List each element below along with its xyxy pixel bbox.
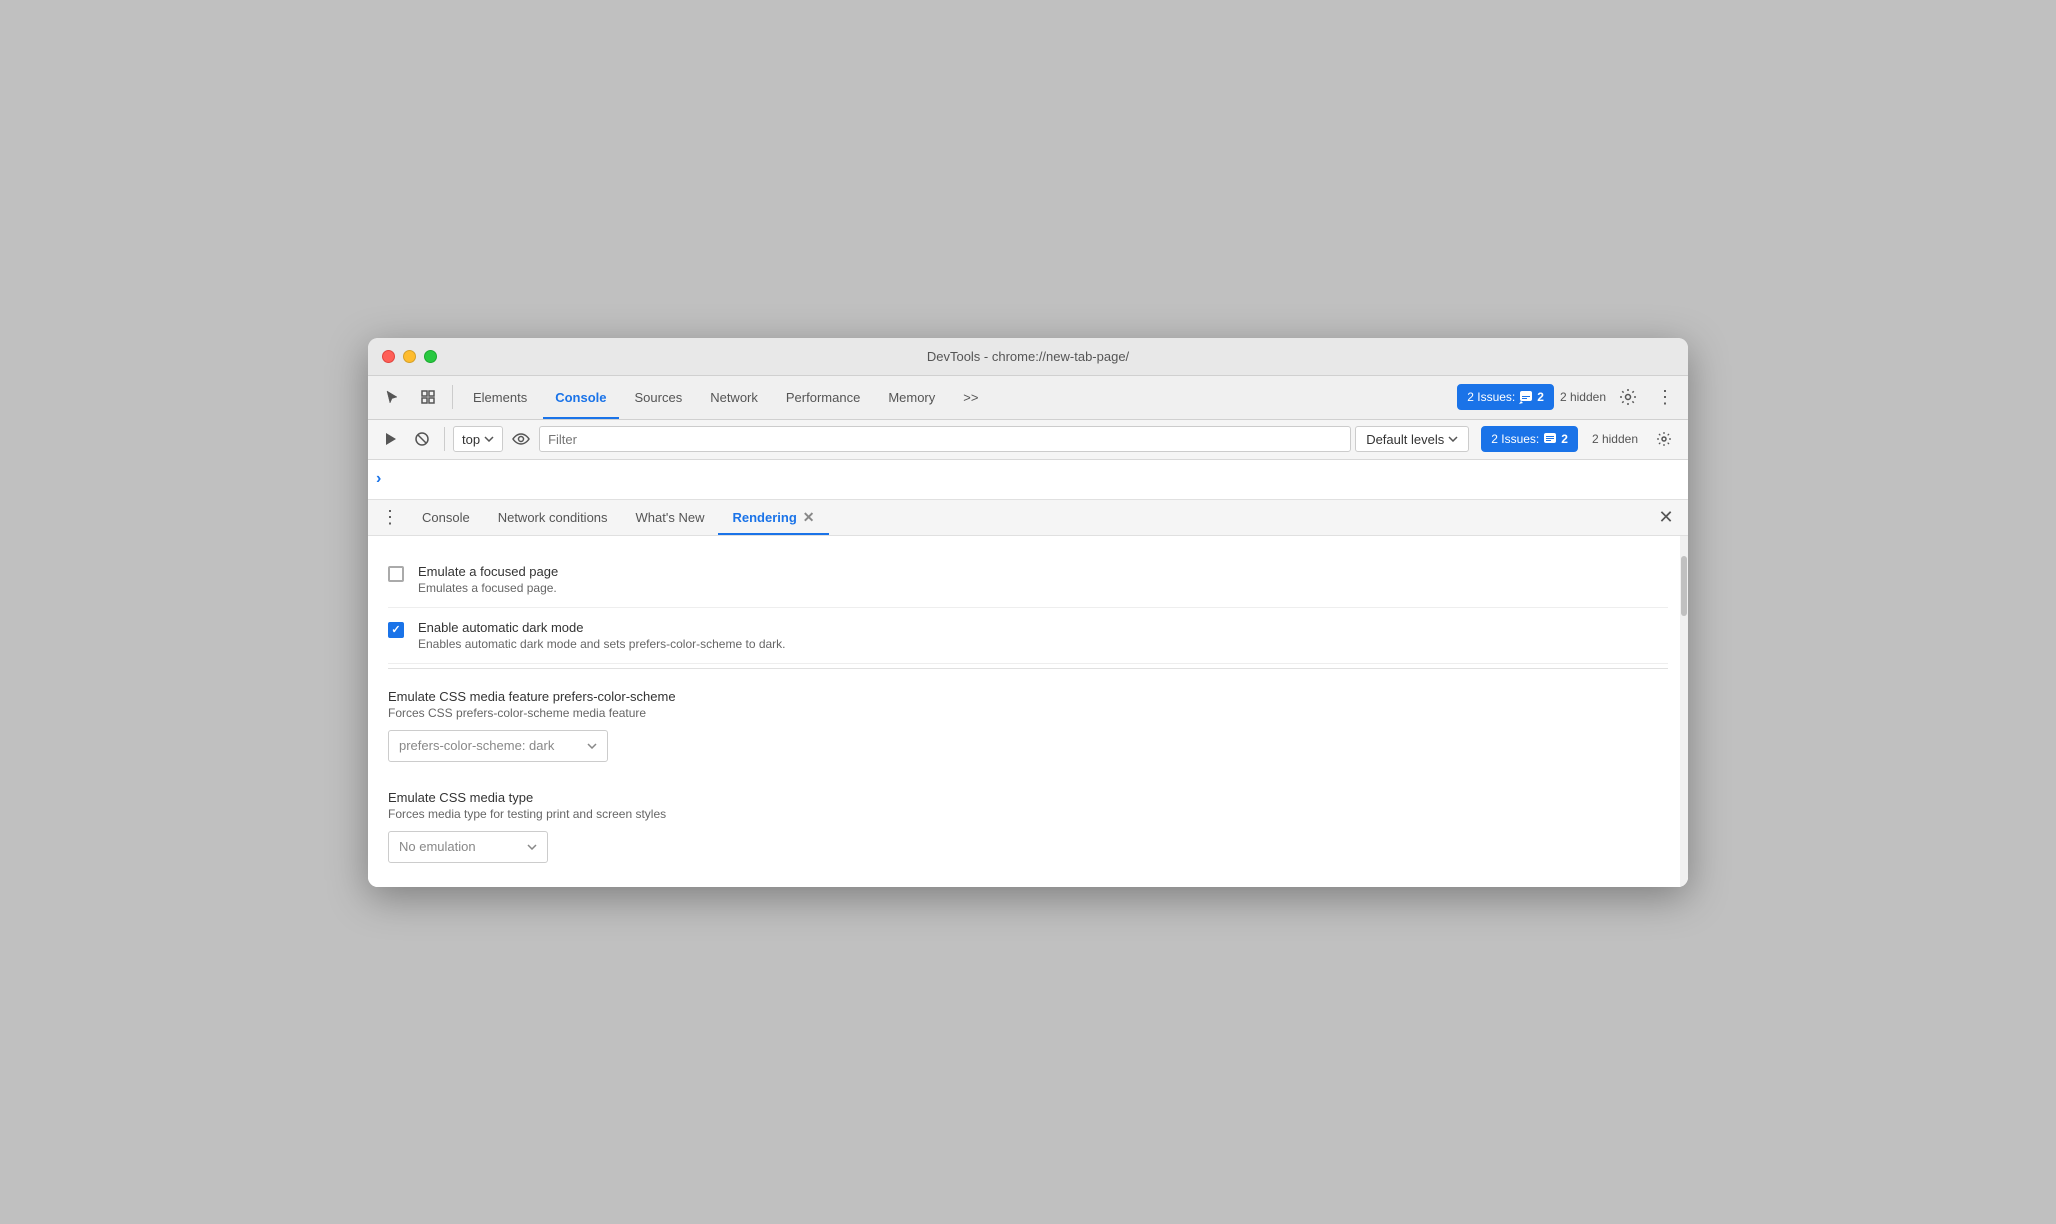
prefers-color-scheme-section: Emulate CSS media feature prefers-color-… bbox=[388, 673, 1668, 770]
section-divider bbox=[388, 668, 1668, 669]
window-title: DevTools - chrome://new-tab-page/ bbox=[927, 349, 1129, 364]
tab-more[interactable]: >> bbox=[951, 375, 990, 419]
secondary-settings-icon[interactable] bbox=[1648, 423, 1680, 455]
tab-network[interactable]: Network bbox=[698, 375, 770, 419]
issues-label: 2 Issues: bbox=[1467, 390, 1515, 404]
panel-close-button[interactable]: ✕ bbox=[1652, 503, 1680, 531]
hidden-count: 2 hidden bbox=[1560, 390, 1606, 404]
sec-separator bbox=[444, 427, 445, 451]
context-selector[interactable]: top bbox=[453, 426, 503, 452]
tab-sources[interactable]: Sources bbox=[623, 375, 695, 419]
auto-dark-text: Enable automatic dark mode Enables autom… bbox=[418, 620, 786, 651]
panel-tab-close-icon[interactable]: ✕ bbox=[803, 510, 815, 524]
chevron-down-icon bbox=[484, 436, 494, 442]
clear-icon[interactable] bbox=[408, 425, 436, 453]
media-type-chevron-icon bbox=[527, 844, 537, 850]
secondary-issues-icon bbox=[1543, 432, 1557, 446]
settings-icon[interactable] bbox=[1612, 381, 1644, 413]
filter-input[interactable] bbox=[539, 426, 1351, 452]
tab-console[interactable]: Console bbox=[543, 375, 618, 419]
render-item-auto-dark: Enable automatic dark mode Enables autom… bbox=[388, 608, 1668, 664]
minimize-button[interactable] bbox=[403, 350, 416, 363]
console-prompt-icon[interactable]: › bbox=[376, 470, 381, 488]
emulate-focused-text: Emulate a focused page Emulates a focuse… bbox=[418, 564, 558, 595]
console-prompt-area: › bbox=[368, 460, 1688, 500]
panel-tab-console[interactable]: Console bbox=[408, 499, 484, 535]
toolbar-right: 2 Issues: 2 2 hidden ⋮ bbox=[1457, 381, 1680, 413]
tab-elements[interactable]: Elements bbox=[461, 375, 539, 419]
render-item-emulate-focused: Emulate a focused page Emulates a focuse… bbox=[388, 552, 1668, 608]
scrollbar-track[interactable] bbox=[1680, 536, 1688, 887]
toolbar-separator-1 bbox=[452, 385, 453, 409]
panel-tab-whats-new[interactable]: What's New bbox=[622, 499, 719, 535]
cursor-icon[interactable] bbox=[376, 381, 408, 413]
panel-menu-icon[interactable]: ⋮ bbox=[376, 503, 404, 531]
more-options-icon[interactable]: ⋮ bbox=[1650, 383, 1680, 412]
panel-tabs-bar: ⋮ Console Network conditions What's New … bbox=[368, 500, 1688, 536]
dropdown-chevron-icon bbox=[587, 743, 597, 749]
secondary-issues-badge[interactable]: 2 Issues: 2 bbox=[1481, 426, 1578, 452]
scrollbar-thumb[interactable] bbox=[1681, 556, 1687, 616]
panel-tab-rendering[interactable]: Rendering ✕ bbox=[718, 499, 828, 535]
media-type-section: Emulate CSS media type Forces media type… bbox=[388, 770, 1668, 871]
issues-icon bbox=[1519, 390, 1533, 404]
prefers-color-scheme-dropdown[interactable]: prefers-color-scheme: dark bbox=[388, 730, 608, 762]
issues-badge[interactable]: 2 Issues: 2 bbox=[1457, 384, 1554, 410]
traffic-lights bbox=[382, 350, 437, 363]
rendering-scroll-area: Emulate a focused page Emulates a focuse… bbox=[368, 536, 1688, 887]
issues-count: 2 bbox=[1537, 390, 1544, 404]
levels-chevron-icon bbox=[1448, 436, 1458, 442]
eye-icon[interactable] bbox=[507, 425, 535, 453]
maximize-button[interactable] bbox=[424, 350, 437, 363]
bottom-panel: ⋮ Console Network conditions What's New … bbox=[368, 500, 1688, 887]
secondary-toolbar: top Default levels 2 Issues: bbox=[368, 420, 1688, 460]
devtools-window: DevTools - chrome://new-tab-page/ Elemen… bbox=[368, 338, 1688, 887]
run-icon[interactable] bbox=[376, 425, 404, 453]
emulate-focused-checkbox[interactable] bbox=[388, 566, 404, 582]
panel-tab-network-conditions[interactable]: Network conditions bbox=[484, 499, 622, 535]
default-levels-selector[interactable]: Default levels bbox=[1355, 426, 1469, 452]
tab-performance[interactable]: Performance bbox=[774, 375, 872, 419]
tab-memory[interactable]: Memory bbox=[876, 375, 947, 419]
titlebar: DevTools - chrome://new-tab-page/ bbox=[368, 338, 1688, 376]
close-button[interactable] bbox=[382, 350, 395, 363]
inspect-icon[interactable] bbox=[412, 381, 444, 413]
secondary-hidden-count: 2 hidden bbox=[1592, 432, 1638, 446]
main-toolbar: Elements Console Sources Network Perform… bbox=[368, 376, 1688, 420]
rendering-panel: Emulate a focused page Emulates a focuse… bbox=[368, 536, 1688, 887]
auto-dark-checkbox[interactable] bbox=[388, 622, 404, 638]
media-type-dropdown[interactable]: No emulation bbox=[388, 831, 548, 863]
